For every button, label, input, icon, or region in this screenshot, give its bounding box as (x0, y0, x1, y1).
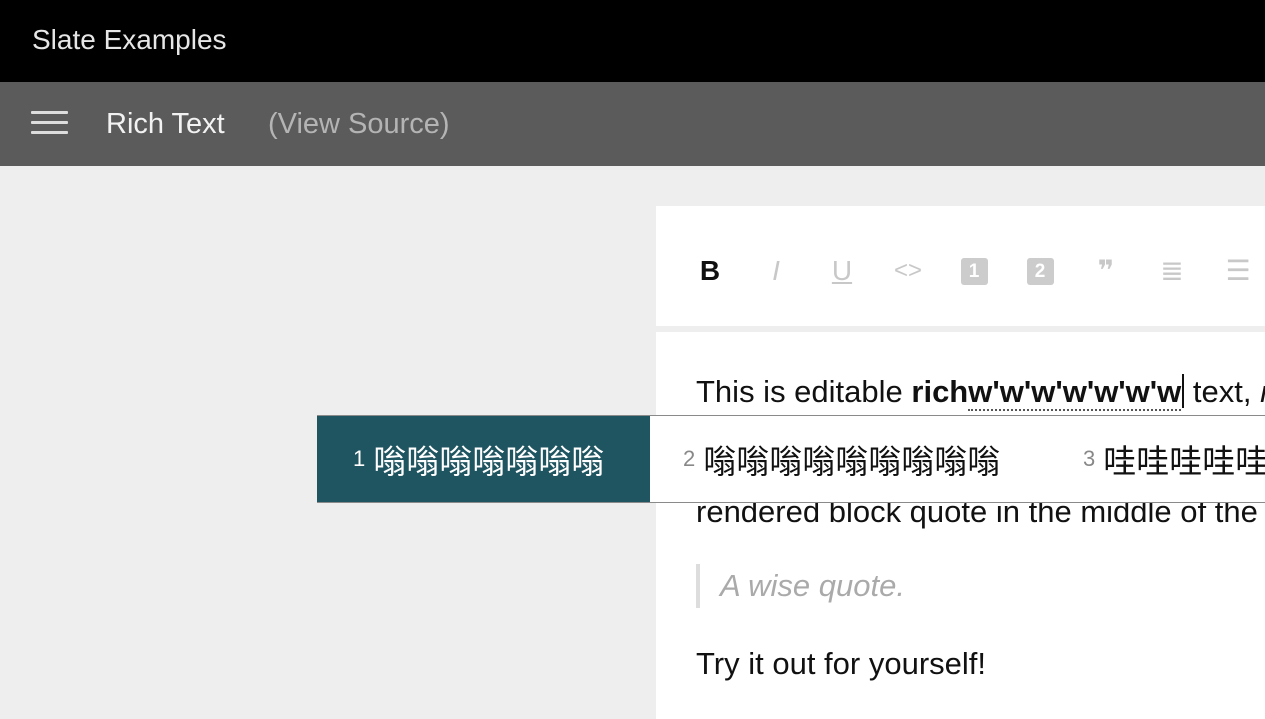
candidate-number: 3 (1083, 446, 1096, 471)
italic-text: m (1260, 374, 1265, 409)
candidate-text: 嗡嗡嗡嗡嗡嗡嗡 (373, 442, 605, 481)
bold-icon: B (699, 255, 721, 286)
candidate-text: 哇哇哇哇哇 (1103, 442, 1265, 481)
view-source-link[interactable]: (View Source) (268, 106, 450, 142)
heading-two-button[interactable]: 2 (1022, 251, 1058, 291)
numbered-list-button[interactable]: ≣ (1154, 251, 1190, 291)
code-icon: <> (893, 257, 923, 284)
block-quote[interactable]: A wise quote. (696, 564, 905, 608)
bold-button[interactable]: B (692, 251, 728, 291)
block-quote-button[interactable]: ❞ (1088, 251, 1124, 291)
paragraph-text-suffix: text, (1184, 374, 1261, 409)
heading-two-label: 2 (1026, 257, 1054, 285)
composition-text: w'w'w'w'w'w'w (968, 374, 1182, 411)
code-button[interactable]: <> (890, 251, 926, 291)
block-quote-icon: ❞ (1097, 255, 1115, 286)
bulleted-list-button[interactable]: ☰ (1220, 251, 1256, 291)
formatting-toolbar: B I U <> 1 2 ❞ ≣ ☰ (656, 206, 1265, 326)
italic-button[interactable]: I (758, 251, 794, 291)
paragraph-3[interactable]: Try it out for yourself! (696, 644, 986, 684)
paragraph-1[interactable]: This is editable richw'w'w'w'w'w'w text,… (696, 372, 1265, 412)
bulleted-list-icon: ☰ (1225, 255, 1251, 286)
heading-one-button[interactable]: 1 (956, 251, 992, 291)
underline-icon: U (831, 255, 853, 286)
heading-two-icon: 2 (1022, 251, 1058, 291)
heading-one-label: 1 (960, 257, 988, 285)
candidate-text: 嗡嗡嗡嗡嗡嗡嗡嗡嗡 (703, 442, 1001, 481)
numbered-list-icon: ≣ (1160, 255, 1184, 286)
app-header: Slate Examples (0, 0, 1265, 82)
ime-candidate-window: 1 嗡嗡嗡嗡嗡嗡嗡 2 嗡嗡嗡嗡嗡嗡嗡嗡嗡 3 哇哇哇哇哇 (317, 415, 1265, 503)
ime-candidate-2[interactable]: 2 嗡嗡嗡嗡嗡嗡嗡嗡嗡 (683, 416, 1000, 502)
bold-text: rich (911, 374, 969, 409)
paragraph-text: This is editable (696, 374, 912, 409)
candidate-number: 2 (683, 446, 696, 471)
hamburger-menu-icon[interactable] (31, 109, 68, 137)
ime-candidate-3[interactable]: 3 哇哇哇哇哇 (1083, 416, 1265, 502)
italic-icon: I (772, 255, 780, 286)
app-title: Slate Examples (32, 24, 227, 55)
example-title: Rich Text (106, 108, 225, 140)
toolbar-divider (656, 326, 1265, 332)
underline-button[interactable]: U (824, 251, 860, 291)
heading-one-icon: 1 (956, 251, 992, 291)
candidate-number: 1 (353, 446, 366, 471)
ime-candidate-1[interactable]: 1 嗡嗡嗡嗡嗡嗡嗡 (317, 416, 650, 502)
